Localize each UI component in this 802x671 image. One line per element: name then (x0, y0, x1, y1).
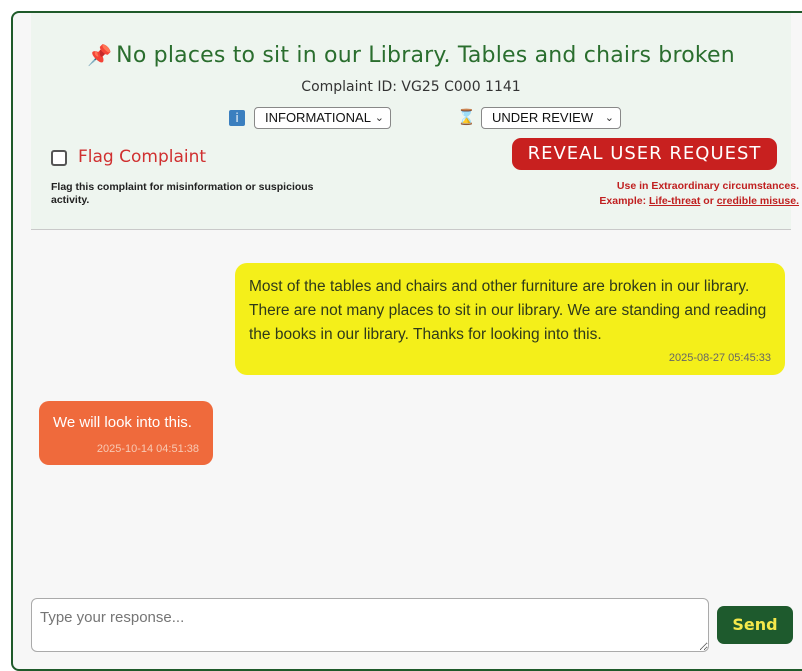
life-threat-link[interactable]: Life-threat (649, 195, 700, 207)
response-input[interactable] (31, 598, 709, 652)
flag-description: Flag this complaint for misinformation o… (51, 181, 314, 206)
reveal-note-prefix: Example: (599, 195, 650, 207)
complaint-title-text: No places to sit in our Library. Tables … (116, 43, 735, 68)
reveal-user-request-button[interactable]: REVEAL USER REQUEST (512, 138, 777, 170)
reveal-note-line1: Use in Extraordinary circumstances. (616, 180, 799, 192)
send-button[interactable]: Send (717, 606, 793, 644)
chevron-down-icon: ⌄ (374, 112, 384, 124)
complaint-panel: 📌 No places to sit in our Library. Tables… (11, 11, 802, 671)
complaint-header: 📌 No places to sit in our Library. Tables… (31, 13, 799, 229)
chevron-down-icon: ⌄ (604, 112, 614, 124)
status-select[interactable]: UNDER REVIEW ⌄ (481, 107, 621, 129)
reveal-note: Use in Extraordinary circumstances. Exam… (499, 179, 799, 209)
reveal-note-line2: Example: Life-threat or credible misuse. (499, 194, 799, 209)
pushpin-icon: 📌 (87, 43, 113, 67)
info-icon: i (229, 110, 245, 126)
category-select[interactable]: INFORMATIONAL ⌄ (254, 107, 391, 129)
reveal-note-or: or (700, 195, 717, 207)
user-message-time: 2025-08-27 05:45:33 (668, 352, 771, 364)
credible-misuse-link[interactable]: credible misuse. (717, 195, 799, 207)
user-message-bubble: Most of the tables and chairs and other … (235, 263, 785, 375)
complaint-title: 📌 No places to sit in our Library. Tables… (31, 43, 791, 68)
category-select-value: INFORMATIONAL (265, 110, 371, 125)
status-select-value: UNDER REVIEW (492, 110, 594, 125)
admin-message-time: 2025-10-14 04:51:38 (96, 443, 199, 455)
header-divider (31, 229, 791, 230)
flag-complaint-label[interactable]: Flag Complaint (78, 147, 206, 167)
flag-checkbox[interactable] (51, 150, 67, 166)
admin-message-text: We will look into this. (53, 414, 192, 431)
admin-message-bubble: We will look into this. 2025-10-14 04:51… (39, 401, 213, 465)
hourglass-icon: ⌛ (457, 109, 476, 126)
complaint-id: Complaint ID: VG25 C000 1141 (301, 79, 521, 95)
user-message-text: Most of the tables and chairs and other … (249, 278, 767, 343)
